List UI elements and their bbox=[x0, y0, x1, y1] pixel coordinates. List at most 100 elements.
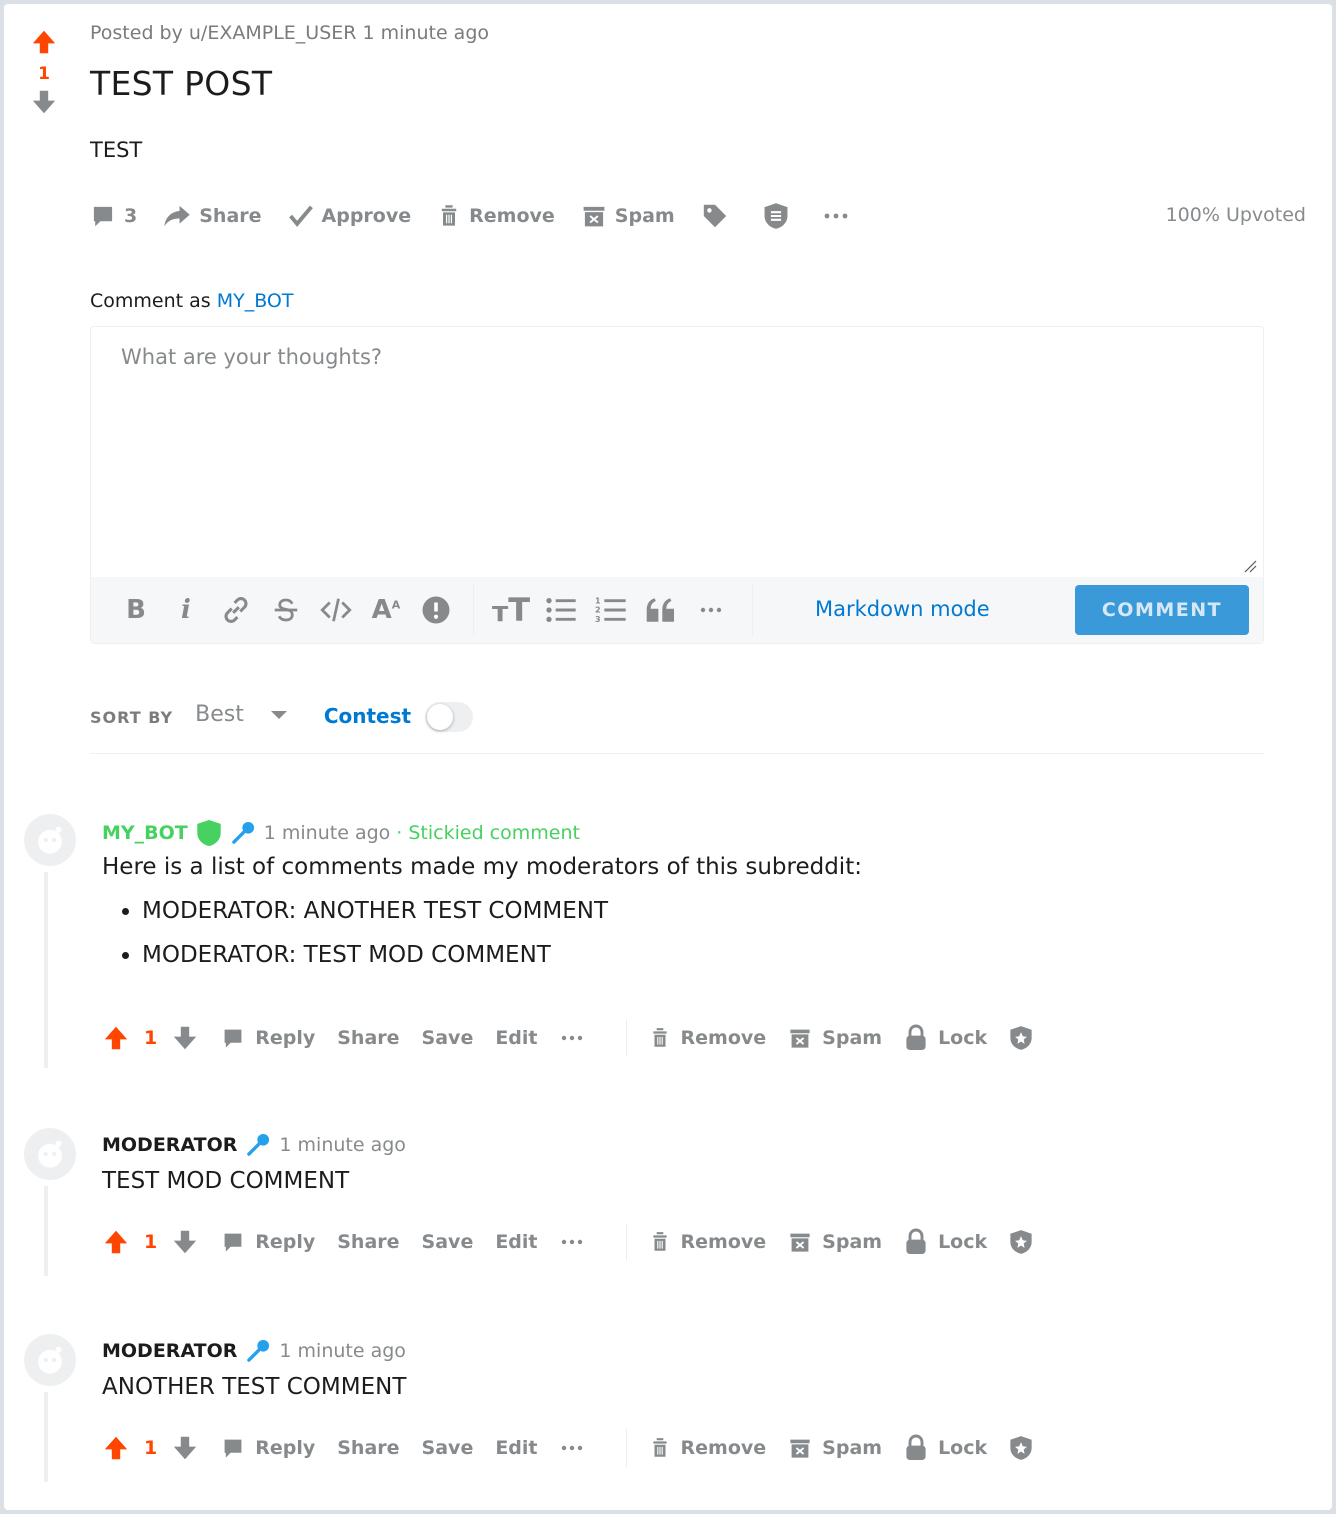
bold-button[interactable]: B bbox=[111, 595, 161, 625]
toolbar-divider bbox=[473, 584, 474, 636]
avatar[interactable] bbox=[24, 814, 76, 866]
reply-button[interactable]: Reply bbox=[221, 1230, 315, 1254]
remove-button[interactable]: Remove bbox=[649, 1026, 766, 1050]
share-button[interactable]: Share bbox=[337, 1027, 399, 1049]
upvote-arrow-icon[interactable] bbox=[102, 1024, 130, 1052]
remove-button[interactable]: Remove bbox=[649, 1436, 766, 1460]
share-button[interactable]: Share bbox=[337, 1231, 399, 1253]
comment-author[interactable]: MODERATOR bbox=[102, 1134, 237, 1156]
mod-actions-button[interactable] bbox=[1009, 1435, 1043, 1461]
mod-actions-button[interactable] bbox=[1009, 1229, 1043, 1255]
edit-button[interactable]: Edit bbox=[495, 1231, 537, 1253]
downvote-arrow-icon[interactable] bbox=[171, 1228, 199, 1256]
comments-button[interactable]: 3 bbox=[90, 203, 137, 229]
save-button[interactable]: Save bbox=[422, 1437, 474, 1459]
spoiler-button[interactable] bbox=[411, 595, 461, 625]
mod-actions-button[interactable] bbox=[1009, 1025, 1043, 1051]
editor-toolbar: B i AA тT 123 Markdown mode COMMENT bbox=[91, 577, 1263, 643]
svg-text:2: 2 bbox=[595, 606, 601, 615]
mod-shield-icon bbox=[1010, 1436, 1032, 1460]
quote-button[interactable] bbox=[636, 597, 686, 623]
contest-label: Contest bbox=[323, 704, 412, 728]
thread-line[interactable] bbox=[44, 1392, 48, 1482]
mod-shield-icon bbox=[1010, 1230, 1032, 1254]
list-item: MODERATOR: ANOTHER TEST COMMENT bbox=[142, 898, 862, 924]
spam-button[interactable]: Spam bbox=[788, 1230, 882, 1254]
comment-textarea[interactable] bbox=[91, 327, 1263, 577]
toggle-knob bbox=[427, 704, 454, 730]
heading-button[interactable]: тT bbox=[486, 591, 536, 629]
comment-author[interactable]: MODERATOR bbox=[102, 1340, 237, 1362]
superscript-icon: AA bbox=[371, 595, 401, 625]
share-button[interactable]: Share bbox=[163, 203, 262, 229]
comment-editor: B i AA тT 123 bbox=[90, 326, 1264, 644]
bulleted-list-icon bbox=[546, 598, 576, 622]
thread-line[interactable] bbox=[44, 872, 48, 1068]
save-button[interactable]: Save bbox=[422, 1231, 474, 1253]
share-button[interactable]: Share bbox=[337, 1437, 399, 1459]
inline-code-button[interactable] bbox=[311, 595, 361, 625]
sort-dropdown[interactable]: Best bbox=[195, 702, 288, 727]
italic-button[interactable]: i bbox=[161, 595, 211, 625]
flair-button[interactable] bbox=[701, 202, 737, 230]
post-upvote-button[interactable] bbox=[28, 28, 60, 60]
remove-label: Remove bbox=[469, 205, 555, 227]
bulleted-list-button[interactable] bbox=[536, 596, 586, 624]
downvote-arrow-icon[interactable] bbox=[171, 1434, 199, 1462]
mod-shield-icon bbox=[764, 203, 788, 229]
post-downvote-button[interactable] bbox=[28, 88, 60, 120]
reply-label: Reply bbox=[255, 1027, 316, 1049]
spam-button[interactable]: Spam bbox=[788, 1026, 882, 1050]
more-options-button[interactable] bbox=[560, 1444, 594, 1452]
more-options-button[interactable] bbox=[560, 1034, 594, 1042]
spam-icon bbox=[583, 206, 605, 227]
post-score: 1 bbox=[38, 64, 50, 84]
reply-button[interactable]: Reply bbox=[221, 1436, 315, 1460]
contest-toggle[interactable] bbox=[425, 702, 474, 732]
more-options-button[interactable] bbox=[823, 211, 857, 221]
toolbar-more-button[interactable] bbox=[686, 606, 736, 614]
link-icon bbox=[224, 597, 248, 623]
avatar[interactable] bbox=[24, 1334, 76, 1386]
markdown-mode-link[interactable]: Markdown mode bbox=[815, 597, 990, 621]
comment-item: MY_BOT 1 minute ago · Stickied comment H… bbox=[24, 814, 1304, 1074]
upvote-arrow-icon[interactable] bbox=[102, 1228, 130, 1256]
comment-submit-button[interactable]: COMMENT bbox=[1075, 585, 1249, 635]
lock-button[interactable]: Lock bbox=[904, 1024, 987, 1052]
reply-button[interactable]: Reply bbox=[221, 1026, 315, 1050]
edit-button[interactable]: Edit bbox=[495, 1027, 537, 1049]
comment-time[interactable]: 1 minute ago bbox=[279, 1340, 406, 1362]
spam-button[interactable]: Spam bbox=[581, 203, 675, 229]
spam-button[interactable]: Spam bbox=[788, 1436, 882, 1460]
edit-button[interactable]: Edit bbox=[495, 1437, 537, 1459]
comment-time[interactable]: 1 minute ago bbox=[264, 822, 391, 844]
comment-author[interactable]: MY_BOT bbox=[102, 822, 188, 844]
upvote-arrow-icon[interactable] bbox=[102, 1434, 130, 1462]
strikethrough-button[interactable] bbox=[261, 595, 311, 625]
comment-time[interactable]: 1 minute ago bbox=[279, 1134, 406, 1156]
comment-as-user[interactable]: MY_BOT bbox=[217, 290, 294, 312]
thread-line[interactable] bbox=[44, 1186, 48, 1276]
approve-button[interactable]: Approve bbox=[288, 203, 411, 229]
more-options-button[interactable] bbox=[560, 1238, 594, 1246]
lock-button[interactable]: Lock bbox=[904, 1228, 987, 1256]
lock-label: Lock bbox=[938, 1231, 988, 1253]
avatar[interactable] bbox=[24, 1128, 76, 1180]
remove-button[interactable]: Remove bbox=[649, 1230, 766, 1254]
share-label: Share bbox=[199, 205, 262, 227]
lock-label: Lock bbox=[938, 1437, 988, 1459]
remove-button[interactable]: Remove bbox=[437, 203, 555, 229]
link-button[interactable] bbox=[211, 593, 261, 627]
comment-score: 1 bbox=[144, 1437, 158, 1459]
numbered-list-button[interactable]: 123 bbox=[586, 595, 636, 625]
mod-shield-button[interactable] bbox=[763, 202, 797, 230]
mod-shield-icon bbox=[197, 820, 221, 846]
lock-button[interactable]: Lock bbox=[904, 1434, 987, 1462]
resize-handle-icon[interactable] bbox=[1243, 559, 1257, 573]
spam-icon bbox=[790, 1233, 810, 1252]
save-button[interactable]: Save bbox=[422, 1027, 474, 1049]
superscript-button[interactable]: AA bbox=[361, 595, 411, 625]
downvote-arrow-icon[interactable] bbox=[171, 1024, 199, 1052]
spoiler-icon bbox=[422, 596, 450, 624]
comment-item: MODERATOR 1 minute ago TEST MOD COMMENT … bbox=[24, 1128, 1304, 1288]
